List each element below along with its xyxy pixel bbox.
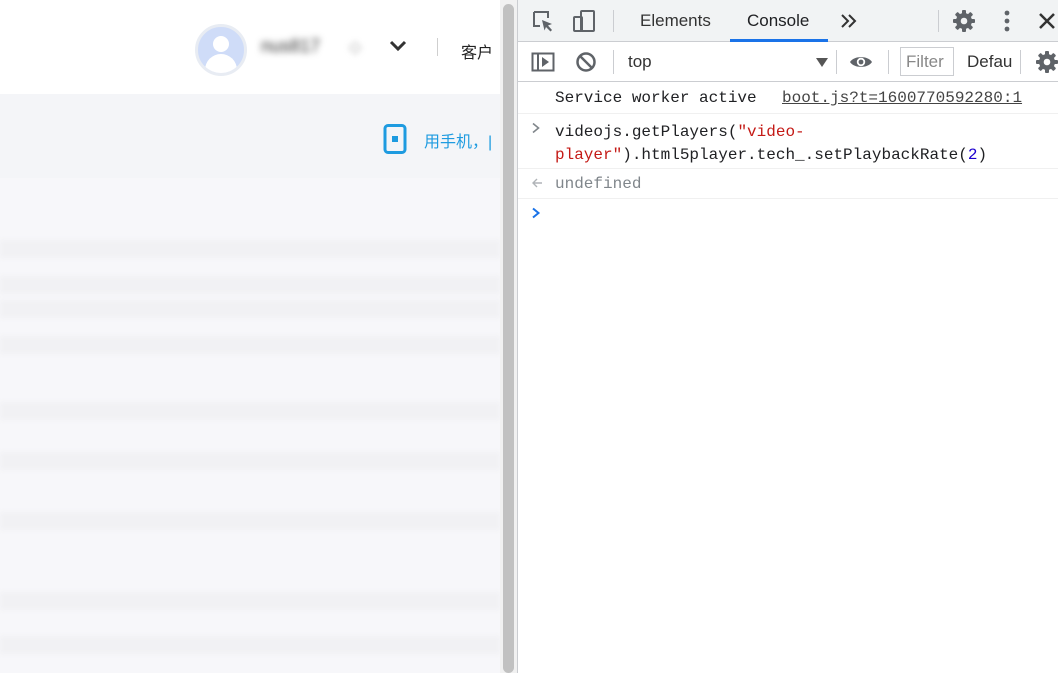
console-output: Service worker active boot.js?t=16007705… <box>518 82 1058 229</box>
return-arrow-icon <box>532 178 542 188</box>
mobile-link[interactable]: 用手机，| <box>424 128 492 152</box>
phone-icon[interactable] <box>383 124 407 154</box>
dropdown-caret-icon <box>816 58 828 67</box>
blurred-content-row <box>0 402 500 420</box>
clear-console-icon[interactable] <box>574 50 598 74</box>
screen: nus817 ◇ 客户 用手机，| Elements Console top F… <box>0 0 1058 673</box>
more-options-icon[interactable] <box>996 8 1018 34</box>
console-toolbar: top Default levels <box>518 42 1058 82</box>
device-toolbar-icon[interactable] <box>571 8 597 34</box>
return-value: undefined <box>555 175 642 193</box>
prompt-chevron-icon <box>532 207 541 219</box>
settings-gear-icon[interactable] <box>951 8 977 34</box>
sidebar-toggle-icon[interactable] <box>530 50 556 74</box>
web-page: nus817 ◇ 客户 用手机，| <box>0 0 500 673</box>
client-link[interactable]: 客户 <box>461 39 493 63</box>
toolbar-divider <box>613 50 614 74</box>
console-command-entry: videojs.getPlayers("video- player").html… <box>518 114 1058 169</box>
site-header: nus817 ◇ 客户 <box>0 0 500 94</box>
context-selector[interactable]: top <box>628 47 828 77</box>
devtools-panel: Elements Console top Filter Defau Servic… <box>517 0 1058 673</box>
code-part: ).html5player.tech_.setPlaybackRate( <box>622 146 968 164</box>
blurred-content-row <box>0 336 500 354</box>
console-settings-gear-icon[interactable] <box>1035 50 1058 74</box>
toolbar-divider <box>938 10 939 32</box>
avatar[interactable] <box>195 24 247 76</box>
toolbar-divider <box>888 50 889 74</box>
console-return-entry: undefined <box>518 169 1058 199</box>
more-tabs-icon[interactable] <box>838 11 860 31</box>
toolbar-divider <box>836 50 837 74</box>
code-part: ) <box>977 146 988 164</box>
devtools-tabbar: Elements Console <box>518 0 1058 42</box>
page-scrollbar-thumb[interactable] <box>503 4 514 673</box>
username[interactable]: nus817 <box>261 36 320 57</box>
toolbar-divider <box>613 10 614 32</box>
command-code: videojs.getPlayers("video- player").html… <box>555 121 987 167</box>
header-divider <box>437 38 438 56</box>
tab-console[interactable]: Console <box>745 0 811 42</box>
blurred-content-row <box>0 452 500 470</box>
filter-input[interactable] <box>900 47 954 76</box>
blurred-content-row <box>0 512 500 530</box>
avatar-head <box>213 36 229 52</box>
vip-icon: ◇ <box>349 39 362 56</box>
console-log-message: Service worker active boot.js?t=16007705… <box>518 82 1058 114</box>
code-part: videojs.getPlayers( <box>555 123 738 141</box>
blurred-content-row <box>0 636 500 654</box>
console-prompt[interactable] <box>518 199 1058 229</box>
close-icon[interactable] <box>1036 10 1058 32</box>
chevron-down-icon[interactable] <box>389 39 407 53</box>
log-source-link[interactable]: boot.js?t=1600770592280:1 <box>782 89 1022 107</box>
toolbar-divider <box>1020 50 1021 74</box>
live-expression-eye-icon[interactable] <box>848 50 874 74</box>
context-selector-value: top <box>628 52 652 71</box>
avatar-body <box>205 54 237 73</box>
tab-elements[interactable]: Elements <box>638 0 713 42</box>
blurred-content-row <box>0 276 500 294</box>
blurred-content-row <box>0 300 500 318</box>
blurred-content-row <box>0 240 500 258</box>
blurred-content-row <box>0 592 500 610</box>
inspect-element-icon[interactable] <box>530 8 556 34</box>
log-message-text: Service worker active <box>555 89 757 107</box>
log-levels-dropdown[interactable]: Default levels <box>967 48 1013 76</box>
command-chevron-icon <box>532 122 540 134</box>
